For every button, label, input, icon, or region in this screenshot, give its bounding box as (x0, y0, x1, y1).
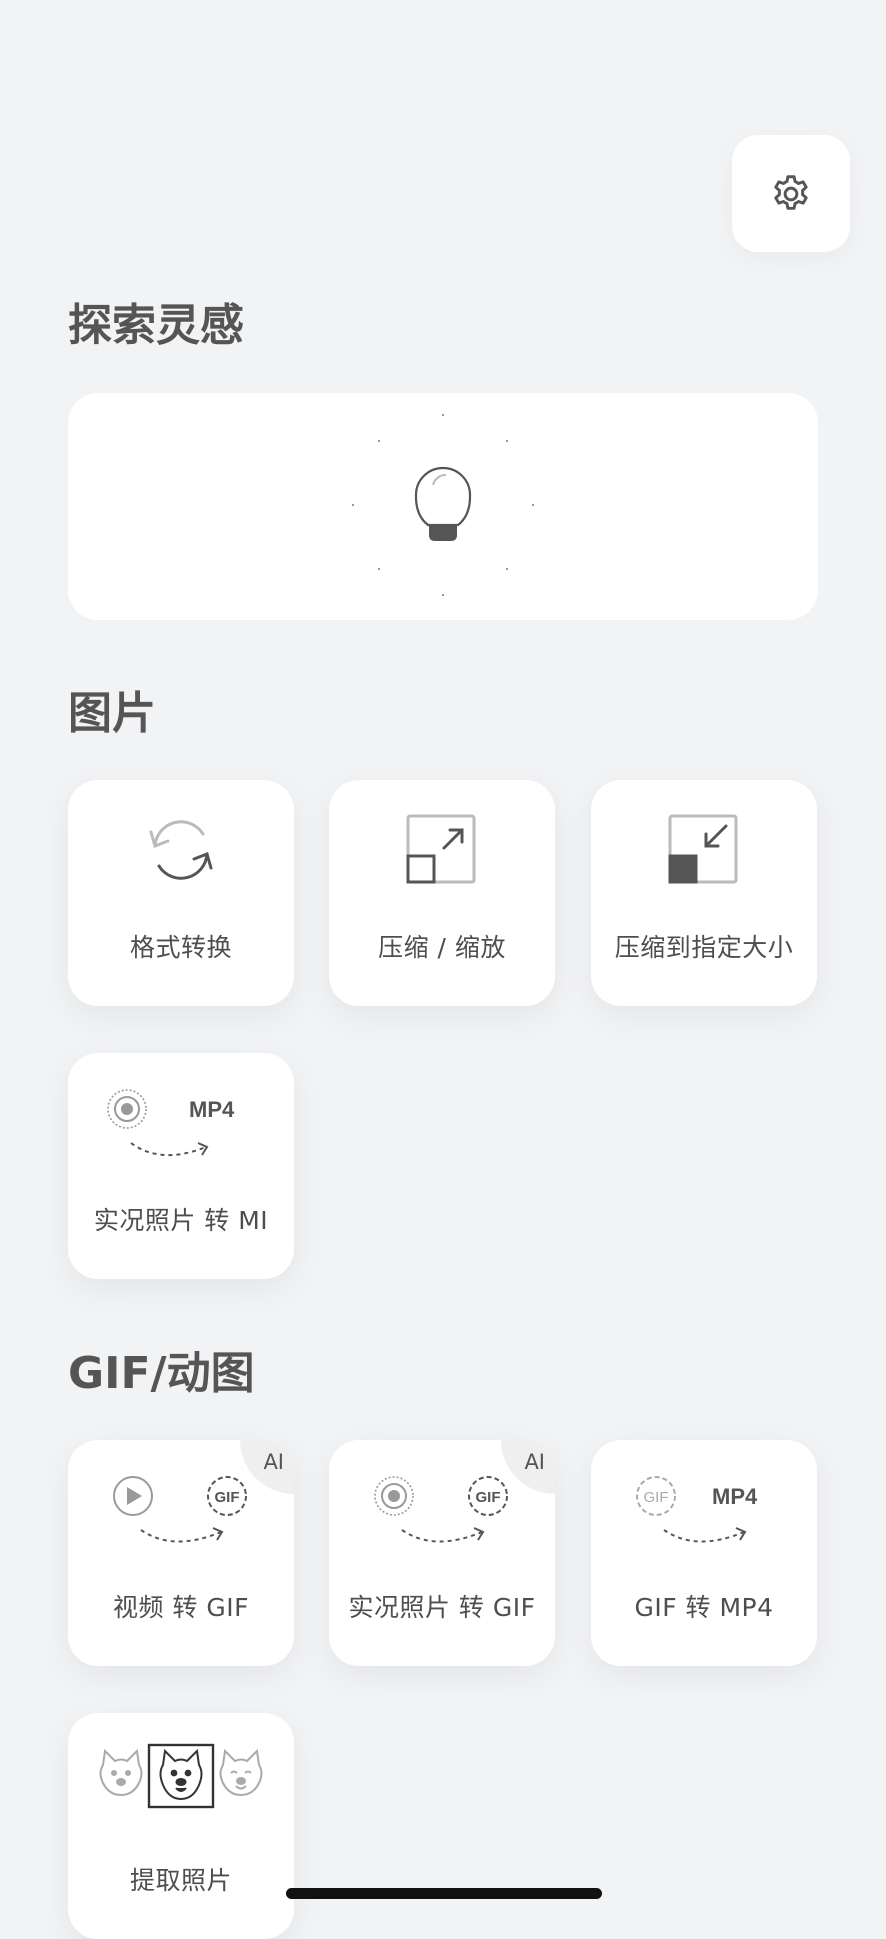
compress-icon (668, 814, 738, 884)
mp4-label: MP4 (712, 1484, 758, 1509)
extract-frames-icon (99, 1743, 263, 1809)
tile-label: 视频 转 GIF (112, 1593, 250, 1622)
live-photo-to-gif-tile[interactable]: AI GIF 实况照片 转 GIF (329, 1440, 555, 1666)
gif-label: GIF (476, 1489, 501, 1506)
format-convert-tile[interactable]: 格式转换 (68, 780, 294, 1006)
tile-label: 格式转换 (129, 933, 232, 962)
tile-label: 压缩到指定大小 (614, 933, 794, 962)
inspiration-card[interactable] (68, 393, 818, 620)
gif-to-mp4-icon: GIF MP4 (636, 1476, 758, 1543)
dog-face-left (99, 1748, 143, 1797)
gif-section-title: GIF/动图 (68, 1348, 255, 1399)
compress-to-size-tile[interactable]: 压缩到指定大小 (591, 780, 817, 1006)
refresh-icon (149, 820, 213, 880)
video-to-gif-tile[interactable]: AI GIF 视频 转 GIF (68, 1440, 294, 1666)
gif-label: GIF (215, 1489, 240, 1506)
selected-frame (147, 1743, 215, 1809)
tile-label: 实况照片 转 GIF (348, 1593, 536, 1622)
extract-photos-tile[interactable]: 提取照片 (68, 1713, 294, 1939)
images-section-title: 图片 (68, 688, 156, 739)
compress-resize-tile[interactable]: 压缩 / 缩放 (329, 780, 555, 1006)
tile-label: 压缩 / 缩放 (378, 933, 506, 962)
settings-button[interactable] (732, 135, 850, 252)
gif-label: GIF (644, 1489, 669, 1506)
tile-label: 提取照片 (129, 1866, 232, 1895)
gif-to-mp4-tile[interactable]: GIF MP4 GIF 转 MP4 (591, 1440, 817, 1666)
dog-face-right (219, 1748, 263, 1797)
dog-face-center (159, 1748, 203, 1801)
lightbulb-icon (352, 414, 534, 596)
live-photo-to-mp4-tile[interactable]: MP4 实况照片 转 MI (68, 1053, 294, 1279)
home-indicator[interactable] (286, 1888, 602, 1899)
mp4-label: MP4 (189, 1097, 235, 1122)
gear-icon (774, 174, 808, 210)
live-to-mp4-icon: MP4 (107, 1089, 235, 1156)
expand-icon (406, 814, 476, 884)
tile-label: GIF 转 MP4 (634, 1593, 774, 1622)
video-to-gif-icon: GIF (113, 1476, 247, 1543)
live-to-gif-icon: GIF (374, 1476, 508, 1543)
tile-label: 实况照片 转 MI (93, 1206, 269, 1235)
inspiration-section-title: 探索灵感 (68, 300, 244, 351)
